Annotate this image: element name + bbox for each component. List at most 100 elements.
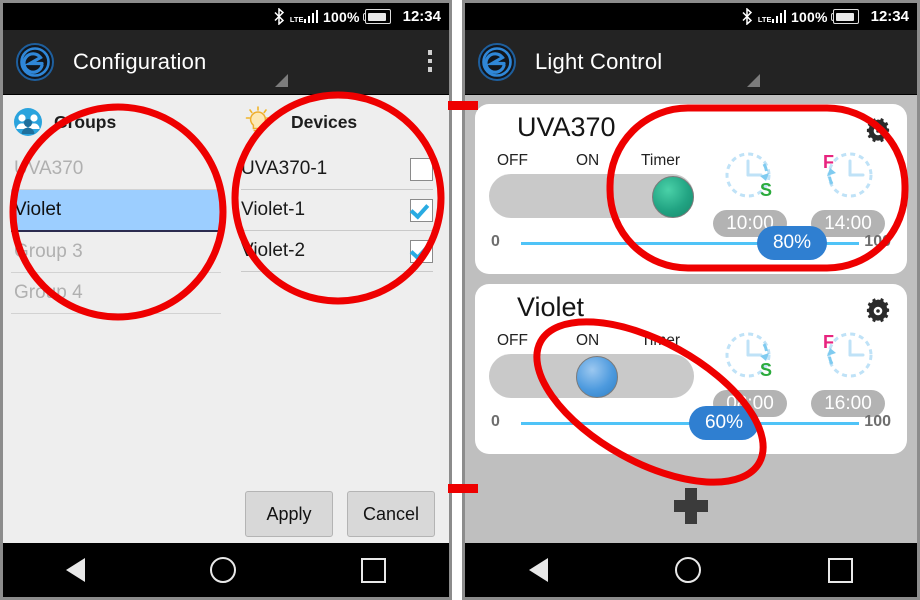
group-list-item[interactable]: UVA370	[11, 149, 221, 190]
device-checkbox-checked[interactable]	[410, 239, 433, 263]
groups-column: Groups UVA370 Violet Group 3 Group 4	[3, 103, 231, 314]
brightness-slider[interactable]: 0 80% 100	[489, 226, 893, 260]
app-logo-e-icon	[478, 43, 516, 81]
left-phone-screen: LTE 100% 12:34 Configuration Groups UVA3…	[0, 0, 452, 600]
start-time-group[interactable]: S 08:00	[705, 328, 795, 417]
nav-bar-left	[3, 543, 449, 597]
home-circle-icon[interactable]	[209, 557, 236, 583]
clock-label: 12:34	[870, 8, 909, 25]
battery-percent-label: 100%	[323, 8, 360, 25]
mode-switch[interactable]	[489, 174, 694, 218]
switch-label-off: OFF	[497, 152, 528, 169]
slider-thumb[interactable]: 60%	[689, 406, 759, 440]
groups-people-icon	[14, 108, 42, 136]
brightness-slider[interactable]: 0 60% 100	[489, 406, 893, 440]
devices-header: Devices	[231, 103, 449, 141]
overflow-menu-icon[interactable]	[427, 50, 432, 76]
start-time-group[interactable]: S 10:00	[705, 148, 795, 237]
action-bar-left: Configuration	[3, 30, 449, 95]
add-light-row[interactable]	[465, 481, 917, 531]
network-type-label: LTE	[289, 15, 304, 24]
switch-label-on: ON	[576, 332, 600, 349]
resize-corner-icon	[747, 74, 760, 87]
devices-header-label: Devices	[291, 111, 358, 132]
signal-bars-icon	[771, 10, 787, 23]
device-list-item[interactable]: UVA370-1	[241, 149, 433, 190]
switch-label-timer: Timer	[641, 152, 681, 169]
group-list-item[interactable]: Group 4	[11, 273, 221, 314]
switch-label-timer: Timer	[641, 332, 681, 349]
start-badge: S	[760, 360, 772, 380]
finish-badge: F	[823, 152, 834, 172]
slider-thumb[interactable]: 80%	[757, 226, 827, 260]
slider-min-label: 0	[491, 413, 500, 430]
clock-start-icon: S	[725, 152, 772, 200]
configuration-actions: Apply Cancel	[245, 491, 435, 537]
devices-column: Devices UVA370-1 Violet-1 Violet-2	[231, 103, 449, 314]
battery-icon	[362, 9, 391, 24]
signal-bars-icon	[303, 10, 319, 23]
network-indicator: LTE	[289, 10, 319, 24]
back-triangle-icon[interactable]	[65, 558, 85, 582]
device-checkbox[interactable]	[410, 157, 433, 181]
finish-time-group[interactable]: F 14:00	[803, 148, 893, 237]
battery-icon	[830, 9, 859, 24]
resize-corner-icon	[275, 74, 288, 87]
device-name-label: Violet-2	[241, 240, 306, 261]
nav-bar-right	[465, 543, 917, 597]
clock-finish-icon: F	[823, 332, 873, 378]
groups-list: UVA370 Violet Group 3 Group 4	[3, 149, 231, 314]
clock-label: 12:34	[402, 8, 441, 25]
light-card-title: Violet	[517, 292, 585, 322]
network-type-label: LTE	[757, 15, 772, 24]
finish-time-group[interactable]: F 16:00	[803, 328, 893, 417]
light-card-title: UVA370	[517, 112, 616, 142]
device-checkbox-checked[interactable]	[410, 198, 433, 222]
lightbulb-icon	[245, 106, 271, 137]
status-bar-right: LTE 100% 12:34	[465, 3, 917, 30]
action-bar-right: Light Control	[465, 30, 917, 95]
device-name-label: Violet-1	[241, 199, 306, 220]
clock-start-icon: S	[725, 332, 772, 380]
clock-finish-icon: F	[823, 152, 873, 198]
groups-header: Groups	[3, 103, 231, 141]
light-card: UVA370 OFF ON Timer S 10:00 F 14:00 0 80…	[475, 104, 907, 274]
groups-header-label: Groups	[54, 111, 117, 132]
recents-square-icon[interactable]	[361, 557, 387, 583]
devices-list: UVA370-1 Violet-1 Violet-2	[231, 149, 449, 272]
battery-percent-label: 100%	[791, 8, 828, 25]
start-badge: S	[760, 180, 772, 200]
gear-icon[interactable]	[863, 296, 893, 326]
right-phone-screen: LTE 100% 12:34 Light Control UVA370 OFF …	[462, 0, 920, 600]
group-list-item-selected[interactable]: Violet	[11, 190, 221, 232]
bluetooth-icon	[274, 8, 285, 25]
switch-label-on: ON	[576, 152, 600, 169]
slider-min-label: 0	[491, 233, 500, 250]
mode-switch[interactable]	[489, 354, 694, 398]
configuration-body: Groups UVA370 Violet Group 3 Group 4 Dev…	[3, 95, 449, 561]
device-list-item[interactable]: Violet-1	[241, 190, 433, 231]
recents-square-icon[interactable]	[828, 557, 854, 583]
status-bar-left: LTE 100% 12:34	[3, 3, 449, 30]
group-list-item[interactable]: Group 3	[11, 232, 221, 273]
cancel-button[interactable]: Cancel	[347, 491, 435, 537]
mode-switch-knob[interactable]	[576, 356, 618, 398]
slider-max-label: 100	[864, 233, 891, 250]
app-logo-e-icon	[16, 43, 54, 81]
bluetooth-icon	[742, 8, 753, 25]
page-title: Light Control	[535, 49, 663, 74]
mode-switch-knob[interactable]	[652, 176, 694, 218]
home-circle-icon[interactable]	[674, 557, 701, 583]
finish-badge: F	[823, 332, 834, 352]
network-indicator: LTE	[757, 10, 787, 24]
switch-label-off: OFF	[497, 332, 528, 349]
light-control-body: UVA370 OFF ON Timer S 10:00 F 14:00 0 80…	[465, 95, 917, 561]
gear-icon[interactable]	[863, 116, 893, 146]
page-title: Configuration	[73, 49, 207, 74]
apply-button[interactable]: Apply	[245, 491, 333, 537]
back-triangle-icon[interactable]	[528, 558, 548, 582]
add-plus-icon[interactable]	[671, 486, 711, 526]
device-name-label: UVA370-1	[241, 158, 328, 179]
device-list-item[interactable]: Violet-2	[241, 231, 433, 272]
slider-max-label: 100	[864, 413, 891, 430]
